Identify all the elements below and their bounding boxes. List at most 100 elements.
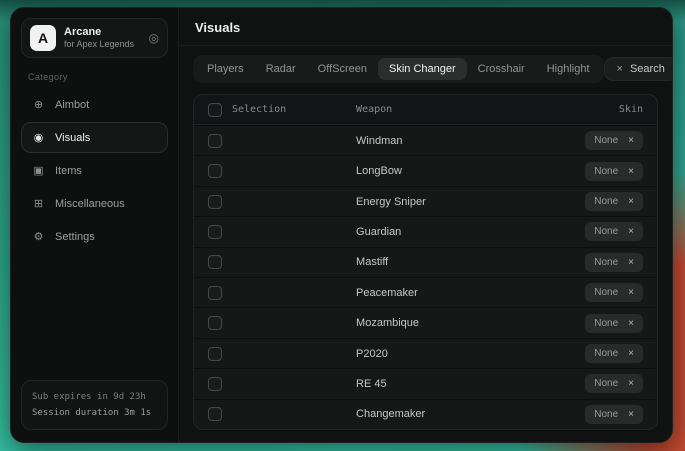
row-checkbox[interactable]	[208, 134, 222, 148]
skin-value: None	[594, 287, 618, 298]
sidebar-item-icon: ⊞	[32, 197, 45, 210]
weapon-name: RE 45	[356, 378, 387, 390]
tab[interactable]: Radar	[255, 58, 307, 80]
sub-expires-text: Sub expires in 9d 23h	[32, 389, 157, 405]
skin-value: None	[594, 378, 618, 389]
skin-select[interactable]: None ×	[585, 162, 643, 181]
controls-row: Players Radar OffScreen Skin Changer Cro…	[179, 46, 672, 90]
table-row: Changemaker None ×	[194, 399, 657, 429]
row-checkbox[interactable]	[208, 225, 222, 239]
table-row: LongBow None ×	[194, 155, 657, 185]
weapon-table: Selection Weapon Skin Windman None ×	[193, 94, 658, 430]
clear-skin-icon[interactable]: ×	[628, 409, 634, 420]
skin-column-header: Skin	[619, 104, 643, 115]
sidebar-item-icon: ▣	[32, 164, 45, 177]
row-checkbox[interactable]	[208, 316, 222, 330]
weapon-name: P2020	[356, 348, 388, 360]
skin-select[interactable]: None ×	[585, 131, 643, 150]
subscription-card: Sub expires in 9d 23h Session duration 3…	[21, 380, 168, 430]
table-row: Energy Sniper None ×	[194, 186, 657, 216]
sidebar-item-label: Visuals	[55, 132, 90, 144]
table-row: Windman None ×	[194, 125, 657, 155]
search-button[interactable]: × Search	[604, 57, 673, 81]
skin-value: None	[594, 318, 618, 329]
app-status-icon[interactable]: ◎	[149, 31, 159, 45]
weapon-column-header: Weapon	[356, 104, 392, 115]
sidebar-item-icon: ⚙	[32, 230, 45, 243]
clear-skin-icon[interactable]: ×	[628, 257, 634, 268]
sidebar: A Arcane for Apex Legends ◎ Category ⊕ A…	[11, 8, 179, 442]
tab[interactable]: Skin Changer	[378, 58, 467, 80]
sidebar-item[interactable]: ▣ Items	[21, 155, 168, 186]
row-checkbox[interactable]	[208, 195, 222, 209]
table-row: P2020 None ×	[194, 338, 657, 368]
sidebar-item-label: Miscellaneous	[55, 198, 125, 210]
sidebar-item-label: Settings	[55, 231, 95, 243]
clear-skin-icon[interactable]: ×	[628, 348, 634, 359]
row-checkbox[interactable]	[208, 286, 222, 300]
weapon-name: Windman	[356, 135, 402, 147]
weapon-name: LongBow	[356, 165, 402, 177]
skin-value: None	[594, 348, 618, 359]
main-panel: Visuals Players Radar OffScreen Skin Cha…	[179, 8, 672, 442]
weapon-name: Guardian	[356, 226, 401, 238]
tab[interactable]: Crosshair	[467, 58, 536, 80]
page-title: Visuals	[195, 20, 656, 35]
clear-skin-icon[interactable]: ×	[628, 378, 634, 389]
sidebar-item[interactable]: ⚙ Settings	[21, 221, 168, 252]
app-title-block: Arcane for Apex Legends	[64, 26, 134, 51]
skin-select[interactable]: None ×	[585, 253, 643, 272]
app-subtitle: for Apex Legends	[64, 39, 134, 50]
weapon-name: Energy Sniper	[356, 196, 426, 208]
tab[interactable]: OffScreen	[307, 58, 378, 80]
skin-value: None	[594, 226, 618, 237]
clear-skin-icon[interactable]: ×	[628, 226, 634, 237]
sidebar-item[interactable]: ◉ Visuals	[21, 122, 168, 153]
skin-value: None	[594, 135, 618, 146]
sidebar-item-icon: ⊕	[32, 98, 45, 111]
app-logo: A	[30, 25, 56, 51]
weapon-name: Mastiff	[356, 256, 388, 268]
sidebar-item[interactable]: ⊞ Miscellaneous	[21, 188, 168, 219]
skin-select[interactable]: None ×	[585, 192, 643, 211]
session-duration-text: Session duration 3m 1s	[32, 405, 157, 421]
clear-skin-icon[interactable]: ×	[628, 196, 634, 207]
skin-select[interactable]: None ×	[585, 314, 643, 333]
search-button-label: Search	[630, 63, 665, 75]
sidebar-item-icon: ◉	[32, 131, 45, 144]
search-shortcut-icon: ×	[617, 63, 623, 75]
clear-skin-icon[interactable]: ×	[628, 318, 634, 329]
skin-select[interactable]: None ×	[585, 283, 643, 302]
row-checkbox[interactable]	[208, 255, 222, 269]
row-checkbox[interactable]	[208, 407, 222, 421]
table-body: Windman None × LongBow None ×	[194, 125, 657, 429]
tab[interactable]: Players	[196, 58, 255, 80]
category-label: Category	[28, 72, 161, 82]
main-header: Visuals	[179, 8, 672, 46]
select-all-checkbox[interactable]	[208, 103, 222, 117]
skin-value: None	[594, 166, 618, 177]
row-checkbox[interactable]	[208, 164, 222, 178]
table-header-row: Selection Weapon Skin	[194, 95, 657, 125]
tab[interactable]: Highlight	[536, 58, 601, 80]
row-checkbox[interactable]	[208, 347, 222, 361]
clear-skin-icon[interactable]: ×	[628, 287, 634, 298]
sidebar-nav: ⊕ Aimbot ◉ Visuals ▣ Items ⊞ Miscellaneo…	[21, 87, 168, 254]
sidebar-item[interactable]: ⊕ Aimbot	[21, 89, 168, 120]
row-checkbox[interactable]	[208, 377, 222, 391]
clear-skin-icon[interactable]: ×	[628, 135, 634, 146]
table-row: Mastiff None ×	[194, 247, 657, 277]
clear-skin-icon[interactable]: ×	[628, 166, 634, 177]
skin-value: None	[594, 409, 618, 420]
table-row: Peacemaker None ×	[194, 277, 657, 307]
table-row: Mozambique None ×	[194, 307, 657, 337]
skin-select[interactable]: None ×	[585, 344, 643, 363]
skin-select[interactable]: None ×	[585, 222, 643, 241]
skin-select[interactable]: None ×	[585, 405, 643, 424]
weapon-name: Peacemaker	[356, 287, 418, 299]
selection-column-header: Selection	[232, 104, 286, 115]
table-row: Guardian None ×	[194, 216, 657, 246]
app-header-card: A Arcane for Apex Legends ◎	[21, 18, 168, 58]
skin-select[interactable]: None ×	[585, 374, 643, 393]
sidebar-item-label: Aimbot	[55, 99, 89, 111]
